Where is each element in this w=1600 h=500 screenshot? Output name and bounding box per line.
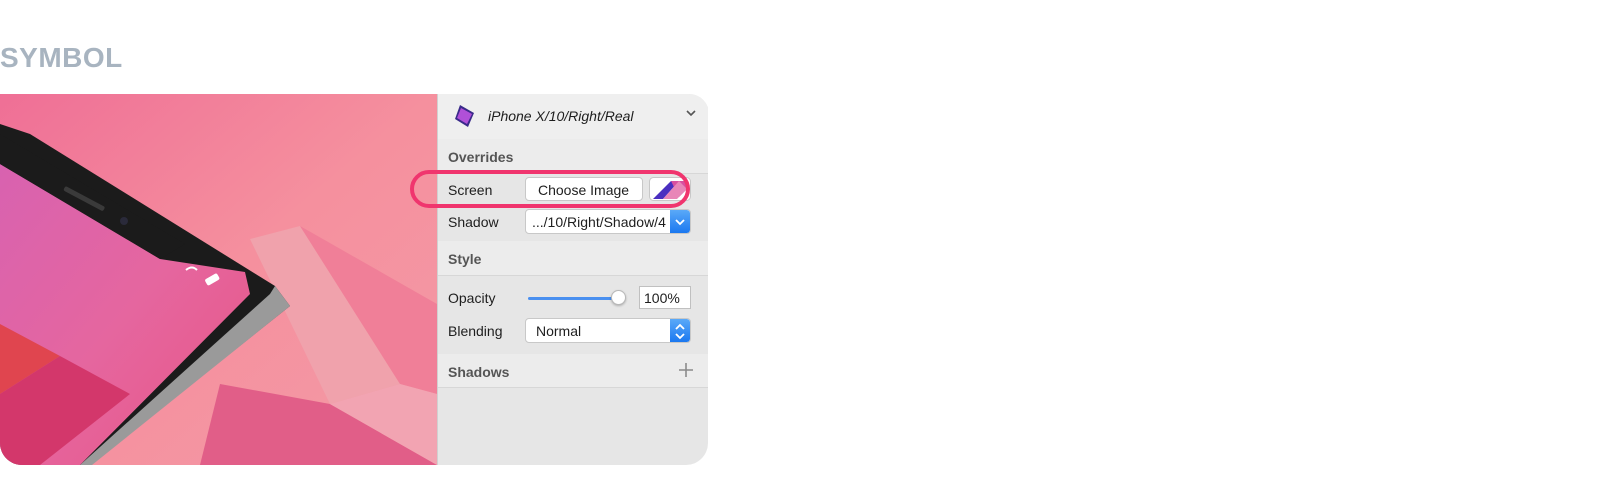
- blending-select[interactable]: Normal: [525, 318, 691, 343]
- chevron-down-icon[interactable]: [684, 106, 698, 120]
- shadows-title: Shadows: [448, 364, 510, 380]
- style-section-header: Style: [438, 241, 708, 276]
- blending-select-value: Normal: [536, 323, 582, 339]
- symbol-name: iPhone X/10/Right/Real: [488, 108, 634, 124]
- screen-override-highlight: [410, 170, 690, 208]
- symbol-header[interactable]: iPhone X/10/Right/Real: [438, 94, 708, 140]
- blending-label: Blending: [448, 323, 503, 339]
- inspector-panel: iPhone X/10/Right/Real Overrides Screen …: [437, 94, 708, 465]
- opacity-label: Opacity: [448, 290, 496, 306]
- opacity-slider-knob[interactable]: [611, 290, 626, 305]
- opacity-input[interactable]: 100%: [639, 286, 691, 309]
- phone-thumbnail-icon: [455, 105, 474, 127]
- opacity-slider-track[interactable]: [528, 297, 618, 300]
- shadow-chevron-icon: [670, 210, 690, 233]
- style-title: Style: [448, 251, 482, 267]
- add-shadow-plus-icon[interactable]: [678, 362, 694, 378]
- shadow-select[interactable]: .../10/Right/Shadow/4: [525, 209, 691, 234]
- phone-preview-image: [0, 94, 437, 465]
- symbol-card: iPhone X/10/Right/Real Overrides Screen …: [0, 94, 708, 465]
- shadow-label: Shadow: [448, 214, 499, 230]
- overrides-section-header: Overrides: [438, 139, 708, 174]
- section-heading: SYMBOL: [0, 42, 123, 73]
- shadow-select-value: .../10/Right/Shadow/4: [532, 214, 666, 230]
- blending-updown-icon: [670, 319, 690, 342]
- shadows-section-header: Shadows: [438, 354, 708, 388]
- overrides-title: Overrides: [448, 149, 514, 165]
